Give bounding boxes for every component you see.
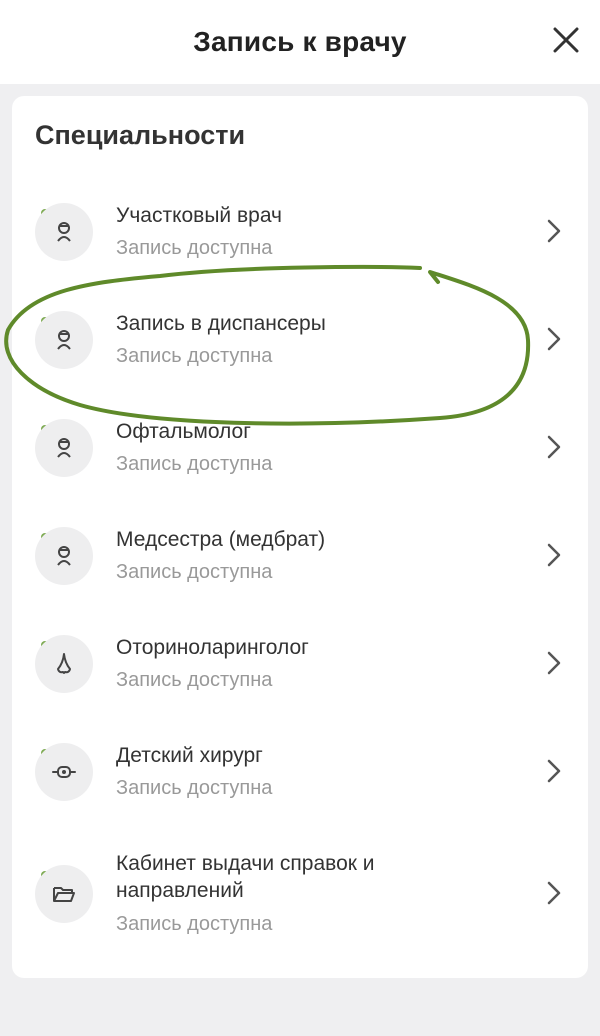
item-title-line2: направлений [116,879,244,902]
list-item-certificates-office[interactable]: Кабинет выдачи справок и направлений Зап… [12,840,588,976]
item-title: Медсестра (медбрат) [116,528,326,551]
close-button[interactable] [546,20,586,60]
chevron-right-icon [547,435,561,459]
item-status: Запись доступна [116,561,273,583]
item-title: Участковый врач [116,204,282,227]
doctor-icon [35,419,93,477]
item-status: Запись доступна [116,237,273,259]
app-header: Запись к врачу [0,0,600,84]
doctor-icon [35,527,93,585]
list-item-pediatric-surgeon[interactable]: Детский хирург Запись доступна [12,732,588,840]
item-title: Запись в диспансеры [116,312,326,335]
item-title-line1: Кабинет выдачи справок и [116,852,375,875]
item-status: Запись доступна [116,669,273,691]
section-title: Специальности [35,120,246,150]
chevron-right-icon [547,327,561,351]
list-item-ent[interactable]: Оториноларинголог Запись доступна [12,624,588,732]
item-status: Запись доступна [116,345,273,367]
folder-icon [35,865,93,923]
list-item-dispensary[interactable]: Запись в диспансеры Запись доступна [12,300,588,408]
chevron-right-icon [547,543,561,567]
nose-icon [35,635,93,693]
page-title: Запись к врачу [193,26,407,57]
list-item-uchastkovy[interactable]: Участковый врач Запись доступна [12,192,588,300]
chevron-right-icon [547,651,561,675]
item-status: Запись доступна [116,777,273,799]
list-item-nurse[interactable]: Медсестра (медбрат) Запись доступна [12,516,588,624]
doctor-icon [35,203,93,261]
bandage-icon [35,743,93,801]
specialties-card: Специальности Участковый врач Запись дос… [12,96,588,978]
item-title: Детский хирург [116,744,263,767]
chevron-right-icon [547,759,561,783]
chevron-right-icon [547,881,561,905]
list-item-ophthalmologist[interactable]: Офтальмолог Запись доступна [12,408,588,516]
item-status: Запись доступна [116,453,273,475]
doctor-icon [35,311,93,369]
item-title: Оториноларинголог [116,636,309,659]
chevron-right-icon [547,219,561,243]
item-title: Офтальмолог [116,420,251,443]
close-icon [553,27,579,53]
item-status: Запись доступна [116,913,273,935]
